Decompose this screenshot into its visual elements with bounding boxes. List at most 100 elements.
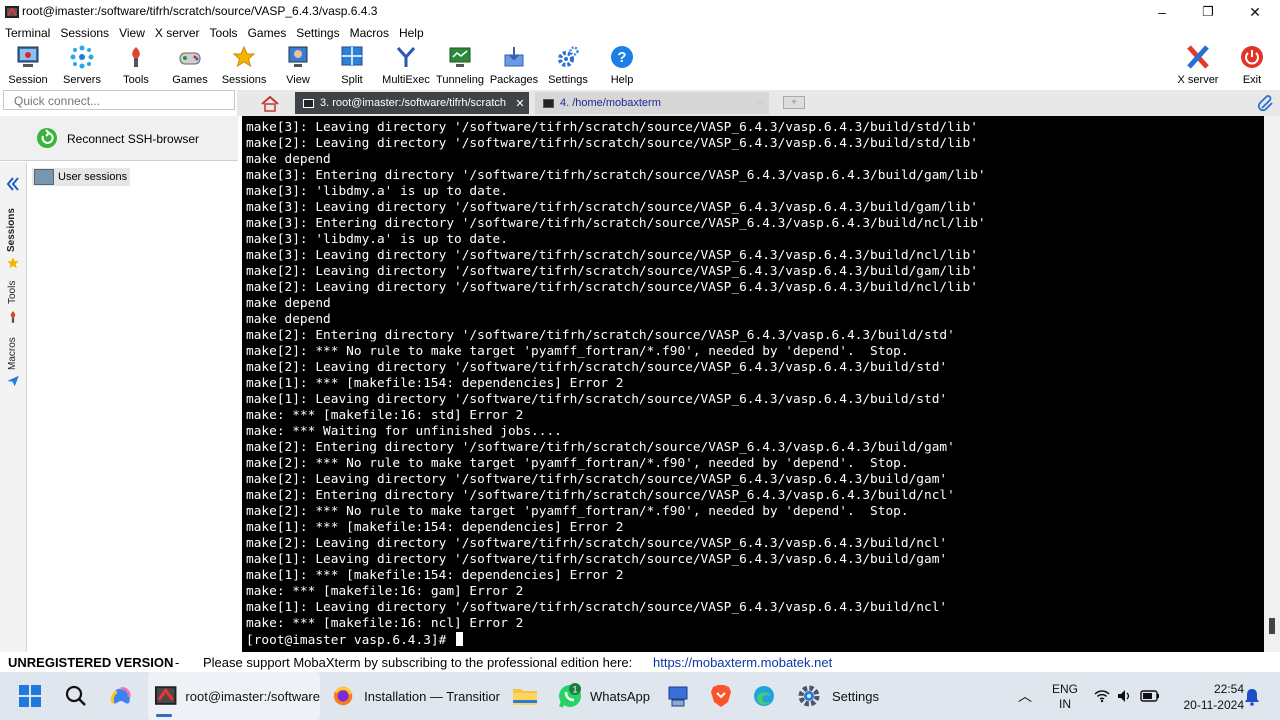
taskbar-mobaxterm[interactable]: root@imaster:/software — [148, 672, 320, 720]
sidebar-tab-sessions[interactable]: Sessions — [6, 208, 17, 252]
split-button[interactable]: Split — [330, 42, 374, 88]
taskbar-edge[interactable] — [752, 672, 780, 720]
terminal-scrollbar[interactable] — [1264, 116, 1280, 652]
taskbar-whatsapp[interactable]: 1 WhatsApp — [556, 672, 656, 720]
notification-bell-icon[interactable] — [1244, 688, 1260, 706]
volume-icon[interactable] — [1116, 688, 1132, 704]
session-label: Session — [8, 74, 48, 86]
taskbar-settings[interactable]: Settings — [796, 672, 896, 720]
minimize-button[interactable]: – — [1139, 0, 1185, 24]
terminal-line-text: make[2]: *** No rule to make target 'pya… — [246, 504, 909, 519]
copilot-button[interactable] — [108, 672, 136, 720]
sidebar-tab-tools[interactable]: Tools — [7, 281, 18, 304]
tab-ssh-session[interactable]: 3. root@imaster:/software/tifrh/scratch … — [295, 92, 529, 114]
home-tab[interactable] — [255, 94, 285, 114]
terminal-output[interactable]: make[3]: Leaving directory '/software/ti… — [242, 116, 1264, 652]
split-label: Split — [341, 74, 363, 86]
scrollbar-thumb[interactable] — [1269, 618, 1275, 634]
maximize-button[interactable]: ❐ — [1185, 0, 1231, 24]
menu-x-server[interactable]: X server — [150, 24, 205, 42]
sidebar-tab-macros[interactable]: Macros — [7, 337, 18, 370]
settings-button[interactable]: Settings — [545, 42, 591, 88]
sessions-button[interactable]: Sessions — [222, 42, 266, 88]
mobaxterm-taskbar-icon — [154, 686, 177, 705]
menu-settings[interactable]: Settings — [291, 24, 344, 42]
reconnect-ssh-browser-button[interactable]: Reconnect SSH-browser — [0, 116, 238, 161]
start-button[interactable] — [18, 672, 48, 720]
reconnect-label: Reconnect SSH-browser — [67, 132, 200, 146]
windows-taskbar: root@imaster:/software Installation — Tr… — [0, 672, 1280, 720]
clock[interactable]: 22:54 20-11-2024 — [1172, 681, 1245, 713]
menu-sessions[interactable]: Sessions — [55, 24, 114, 42]
taskbar-network-app[interactable] — [666, 672, 694, 720]
new-tab-button[interactable]: + — [783, 96, 805, 109]
terminal-line: make[3]: Leaving directory '/software/ti… — [246, 248, 986, 264]
search-button[interactable] — [64, 672, 92, 720]
terminal-line: make depend — [246, 152, 986, 168]
terminal-cursor — [456, 632, 464, 646]
reconnect-icon — [37, 128, 57, 148]
taskbar-firefox-label: Installation — Transitior — [364, 688, 500, 704]
terminal-line-text: make[1]: Leaving directory '/software/ti… — [246, 600, 948, 615]
wifi-icon[interactable] — [1094, 688, 1110, 704]
status-separator: - — [175, 655, 180, 670]
terminal-line-text: make: *** [makefile:16: ncl] Error 2 — [246, 616, 524, 631]
menu-games[interactable]: Games — [243, 24, 292, 42]
session-icon — [15, 44, 41, 70]
multiexec-label: MultiExec — [382, 74, 430, 86]
menu-terminal[interactable]: Terminal — [0, 24, 55, 42]
menu-macros[interactable]: Macros — [345, 24, 394, 42]
tray-overflow-chevron-icon[interactable]: ︿ — [1018, 686, 1032, 706]
clock-time: 22:54 — [1213, 682, 1244, 696]
terminal-line: make[2]: Leaving directory '/software/ti… — [246, 536, 986, 552]
menu-bar: Terminal Sessions View X server Tools Ga… — [0, 24, 1280, 42]
attachment-icon[interactable] — [1257, 94, 1275, 112]
terminal-line: make[1]: *** [makefile:154: dependencies… — [246, 376, 986, 392]
multiexec-button[interactable]: MultiExec — [382, 42, 430, 88]
close-button[interactable]: ✕ — [1232, 0, 1278, 24]
exit-label: Exit — [1242, 74, 1262, 86]
session-button[interactable]: Session — [6, 42, 50, 88]
user-sessions-item[interactable]: User sessions — [32, 168, 131, 186]
exit-button[interactable]: Exit — [1232, 42, 1272, 88]
terminal-line: make[1]: *** [makefile:154: dependencies… — [246, 520, 986, 536]
menu-tools[interactable]: Tools — [205, 24, 243, 42]
terminal-line: make[1]: Leaving directory '/software/ti… — [246, 600, 986, 616]
battery-icon[interactable] — [1140, 688, 1160, 704]
taskbar-firefox[interactable]: Installation — Transitior — [332, 672, 500, 720]
games-button[interactable]: Games — [168, 42, 212, 88]
menu-view[interactable]: View — [114, 24, 150, 42]
tab-local-terminal[interactable]: 4. /home/mobaxterm ✕ — [535, 92, 769, 114]
terminal-line-text: make[2]: Leaving directory '/software/ti… — [246, 264, 978, 279]
tunneling-label: Tunneling — [436, 74, 484, 86]
user-sessions-label: User sessions — [58, 171, 128, 183]
terminal-line-text: make[3]: Leaving directory '/software/ti… — [246, 200, 978, 215]
tunneling-button[interactable]: Tunneling — [434, 42, 486, 88]
terminal-line-text: make[3]: 'libdmy.a' is up to date. — [246, 184, 508, 199]
mobatek-link[interactable]: https://mobaxterm.mobatek.net — [653, 655, 832, 670]
taskbar-brave[interactable] — [710, 672, 738, 720]
terminal-line: make[2]: Entering directory '/software/t… — [246, 488, 986, 504]
title-bar: root@imaster:/software/tifrh/scratch/sou… — [0, 0, 1280, 24]
help-button[interactable]: ? Help — [600, 42, 644, 88]
menu-help[interactable]: Help — [394, 24, 429, 42]
packages-button[interactable]: Packages — [490, 42, 538, 88]
games-label: Games — [172, 74, 208, 86]
terminal-line-text: make[2]: Entering directory '/software/t… — [246, 488, 955, 503]
collapse-chevron-icon[interactable] — [5, 176, 21, 192]
tab-close-icon[interactable]: ✕ — [511, 97, 529, 110]
servers-icon — [69, 44, 95, 70]
quick-connect-input[interactable] — [3, 90, 235, 110]
view-button[interactable]: View — [276, 42, 320, 88]
tab-close-icon[interactable]: ✕ — [751, 97, 769, 110]
servers-button[interactable]: Servers — [60, 42, 104, 88]
tools-button[interactable]: Tools — [114, 42, 158, 88]
clock-date: 20-11-2024 — [1183, 698, 1245, 712]
taskbar-file-explorer[interactable] — [512, 672, 542, 720]
terminal-line: make[3]: 'libdmy.a' is up to date. — [246, 184, 986, 200]
terminal-line-text: make[2]: *** No rule to make target 'pya… — [246, 456, 909, 471]
terminal-line-text: make[1]: Leaving directory '/software/ti… — [246, 552, 948, 567]
xserver-button[interactable]: X server — [1176, 42, 1220, 88]
terminal-line: make[3]: Entering directory '/software/t… — [246, 168, 986, 184]
input-language-indicator[interactable]: ENG IN — [1048, 682, 1082, 712]
